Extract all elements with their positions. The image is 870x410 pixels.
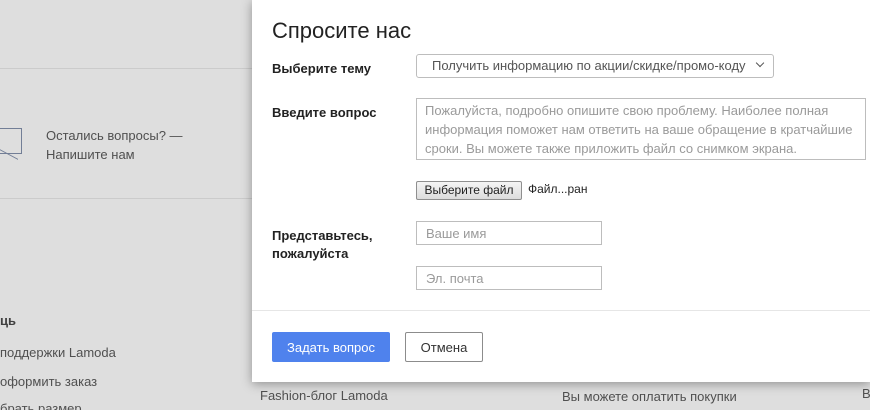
intro-label-line1: Представьтесь, <box>272 228 373 243</box>
modal-footer-divider <box>252 310 870 311</box>
topic-select[interactable]: Получить информацию по акции/скидке/пром… <box>416 54 774 78</box>
email-input[interactable] <box>416 266 602 290</box>
submit-question-button[interactable]: Задать вопрос <box>272 332 390 362</box>
question-textarea[interactable] <box>416 98 866 160</box>
chevron-down-icon <box>755 58 765 68</box>
topic-label: Выберите тему <box>272 61 371 76</box>
file-name: Файл...ран <box>528 182 588 196</box>
modal-title: Спросите нас <box>272 18 412 43</box>
choose-file-button[interactable]: Выберите файл <box>416 181 522 200</box>
topic-selected-value: Получить информацию по акции/скидке/пром… <box>432 58 746 73</box>
ask-us-modal: Спросите нас Выберите тему Получить инфо… <box>252 0 870 382</box>
intro-label-line2: пожалуйста <box>272 246 349 261</box>
name-input[interactable] <box>416 221 602 245</box>
question-label: Введите вопрос <box>272 105 377 120</box>
cancel-button[interactable]: Отмена <box>405 332 483 362</box>
